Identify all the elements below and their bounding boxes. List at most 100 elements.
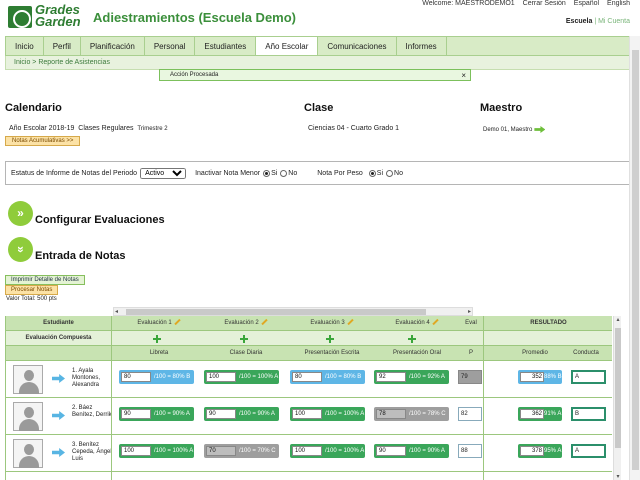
avatar[interactable]	[13, 365, 43, 394]
school-bar: Escuela | Mi Cuenta	[566, 18, 630, 25]
inactivate-label: Inactivar Nota Menor	[195, 169, 261, 177]
logout-link[interactable]: Cerrar Sesión	[523, 0, 566, 7]
grade-cell[interactable]: 90/100 = 90% A	[204, 407, 279, 421]
table-row: 2. Báez Benítez, Derrik 90/100 = 90% A 9…	[6, 399, 612, 435]
calendar-heading: Calendario	[5, 102, 62, 114]
grade-cell[interactable]: 78/100 = 78% C	[374, 407, 449, 421]
grade-cell-partial[interactable]: 79	[458, 370, 482, 384]
page-scroll-thumb[interactable]	[632, 50, 639, 470]
col-eval2[interactable]: Evaluación 2	[206, 316, 286, 331]
breadcrumb-home[interactable]: Inicio	[14, 59, 30, 66]
grade-cell[interactable]: 80/100 = 80% B	[119, 370, 194, 384]
nav-planificacion[interactable]: Planificación	[81, 37, 145, 55]
configure-expand-icon[interactable]: »	[8, 201, 33, 226]
col-eval4[interactable]: Evaluación 4	[377, 316, 457, 331]
separator: |	[594, 18, 597, 25]
process-grades-button[interactable]: Procesar Notas	[5, 285, 59, 295]
entry-title[interactable]: Entrada de Notas	[35, 250, 125, 262]
divider	[111, 316, 112, 480]
subcol-promedio: Promedio	[522, 350, 548, 356]
grade-cell[interactable]: 90/100 = 90% A	[119, 407, 194, 421]
arrow-right-icon[interactable]	[52, 374, 65, 383]
cumulative-grades-button[interactable]: Notas Acumulativas >>	[5, 136, 81, 146]
scroll-right-icon[interactable]: ▸	[468, 308, 471, 316]
print-detail-button[interactable]: Imprimir Detalle de Notas	[5, 275, 85, 285]
app-title: Adiestramientos (Escuela Demo)	[93, 10, 297, 25]
student-name[interactable]: 3. Benítez Cepeda, Ángel Luis	[72, 442, 112, 463]
status-select[interactable]: Activo	[140, 167, 187, 179]
arrow-right-icon[interactable]	[52, 448, 65, 457]
avatar[interactable]	[13, 439, 43, 468]
avatar[interactable]	[13, 402, 43, 431]
grade-cell-partial[interactable]: 82	[458, 407, 482, 421]
header: Grades Garden Adiestramientos (Escuela De…	[0, 0, 640, 36]
average-cell: 352 88% B	[518, 370, 562, 384]
inactivate-no-radio[interactable]	[280, 169, 288, 177]
grade-cell[interactable]: 70/100 = 70% C	[204, 444, 279, 458]
grade-cell[interactable]: 100/100 = 100% A	[204, 370, 279, 384]
grade-cell[interactable]: 100/100 = 100% A	[119, 444, 194, 458]
grid-header-1: Estudiante Evaluación 1 Evaluación 2 Eva…	[6, 316, 612, 331]
configure-title[interactable]: Configurar Evaluaciones	[35, 214, 165, 226]
weight-label: Nota Por Peso	[317, 169, 363, 177]
welcome-text: Welcome: MAESTRODEMO1	[422, 0, 515, 7]
grade-cell[interactable]: 90/100 = 90% A	[374, 444, 449, 458]
divider	[483, 316, 484, 480]
weight-no-radio[interactable]	[386, 169, 394, 177]
scroll-down-icon[interactable]: ▾	[614, 473, 622, 480]
class-heading: Clase	[304, 102, 334, 114]
inactivate-yes-radio[interactable]	[263, 169, 271, 177]
nav-estudiantes[interactable]: Estudiantes	[195, 37, 257, 55]
entry-expand-icon[interactable]: »	[8, 237, 33, 262]
subcol-libreta: Libreta	[149, 350, 169, 356]
grid-vertical-scrollbar[interactable]: ▴ ▾	[613, 316, 621, 480]
nav-informes[interactable]: Informes	[397, 37, 447, 55]
composite-label: Evaluación Compuesta	[25, 335, 92, 341]
arrow-right-icon[interactable]	[534, 126, 546, 133]
nav-ano-escolar[interactable]: Año Escolar	[256, 37, 319, 55]
nav-inicio[interactable]: Inicio	[6, 37, 44, 55]
add-composite-icon[interactable]	[240, 335, 248, 343]
grades-garden-logo-icon[interactable]	[8, 6, 32, 28]
conduct-input[interactable]: A	[571, 444, 606, 458]
breadcrumb-current[interactable]: Reporte de Asistencias	[38, 59, 110, 66]
arrow-right-icon[interactable]	[52, 411, 65, 420]
edit-pencil-icon	[260, 319, 268, 326]
scroll-thumb[interactable]	[615, 328, 621, 448]
page-scrollbar[interactable]	[629, 36, 640, 480]
scroll-thumb[interactable]	[126, 309, 426, 315]
student-name[interactable]: 2. Báez Benítez, Derrik	[72, 405, 112, 419]
breadcrumb-sep: >	[32, 59, 37, 66]
add-composite-icon[interactable]	[153, 335, 161, 343]
col-eval1[interactable]: Evaluación 1	[119, 316, 199, 331]
col-eval3[interactable]: Evaluación 3	[292, 316, 372, 331]
grade-cell[interactable]: 80/100 = 80% B	[290, 370, 365, 384]
add-composite-icon[interactable]	[326, 335, 334, 343]
conduct-input[interactable]: B	[571, 407, 606, 421]
grade-cell[interactable]: 92/100 = 92% A	[374, 370, 449, 384]
col-student: Estudiante	[43, 320, 74, 326]
grid-horizontal-scrollbar[interactable]: ◂ ▸	[113, 307, 473, 316]
conduct-input[interactable]: A	[571, 370, 606, 384]
col-eval5[interactable]: Eval	[460, 316, 482, 331]
lang-en-link[interactable]: English	[607, 0, 630, 7]
add-composite-icon[interactable]	[408, 335, 416, 343]
school-link[interactable]: Escuela	[566, 18, 592, 25]
nav-perfil[interactable]: Perfil	[44, 37, 81, 55]
grade-cell-partial[interactable]: 88	[458, 444, 482, 458]
edit-pencil-icon	[173, 319, 181, 326]
student-name[interactable]: 1. Ayala Montones, Alexandra	[72, 368, 112, 389]
grade-cell[interactable]: 100/100 = 100% A	[290, 444, 365, 458]
scroll-up-icon[interactable]: ▴	[614, 316, 622, 323]
table-row: 3. Benítez Cepeda, Ángel Luis 100/100 = …	[6, 436, 612, 472]
nav-personal[interactable]: Personal	[145, 37, 196, 55]
grade-cell[interactable]: 100/100 = 100% A	[290, 407, 365, 421]
my-account-link[interactable]: Mi Cuenta	[598, 18, 630, 25]
scroll-left-icon[interactable]: ◂	[115, 308, 118, 316]
logo-text[interactable]: Grades Garden	[35, 3, 81, 28]
nav-comunicaciones[interactable]: Comunicaciones	[318, 37, 397, 55]
subcol-presentacion-escrita: Presentación Escrita	[304, 350, 360, 356]
close-icon[interactable]: ×	[461, 70, 466, 81]
weight-yes-radio[interactable]	[368, 169, 376, 177]
lang-es-link[interactable]: Español	[574, 0, 599, 7]
